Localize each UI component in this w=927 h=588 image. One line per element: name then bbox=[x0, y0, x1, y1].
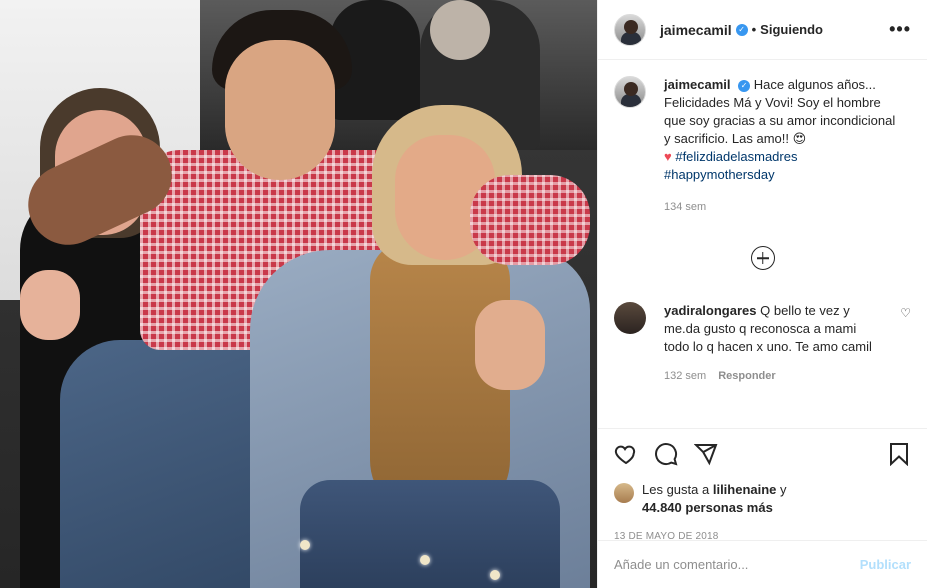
comment-meta: 132 sem Responder bbox=[664, 370, 911, 382]
bookmark-icon[interactable] bbox=[887, 442, 911, 466]
share-icon[interactable] bbox=[694, 442, 718, 466]
author-avatar[interactable] bbox=[614, 13, 646, 46]
add-comment-bar: Publicar bbox=[598, 540, 927, 588]
author-username[interactable]: jaimecamil bbox=[660, 22, 732, 38]
woman-jeans bbox=[300, 480, 560, 588]
man-face bbox=[225, 40, 335, 180]
background-person-head bbox=[430, 0, 490, 60]
hashtag-link[interactable]: #felizdiadelasmadres bbox=[675, 149, 797, 164]
man-arm-right bbox=[470, 175, 590, 265]
woman-hand bbox=[475, 300, 545, 390]
heart-icon[interactable] bbox=[614, 442, 638, 466]
more-icon[interactable]: ••• bbox=[889, 19, 911, 40]
publish-button[interactable]: Publicar bbox=[860, 557, 911, 572]
post-header: jaimecamil ✓ • Siguiendo ••• bbox=[598, 0, 927, 60]
caption-avatar[interactable] bbox=[614, 76, 646, 108]
comments-section: jaimecamil ✓ Hace algunos años... Felici… bbox=[598, 60, 927, 428]
hashtag-link[interactable]: #happymothersday bbox=[664, 167, 775, 182]
reply-button[interactable]: Responder bbox=[718, 370, 775, 382]
older-woman-hand bbox=[20, 270, 80, 340]
post-sidebar: jaimecamil ✓ • Siguiendo ••• jaimecamil … bbox=[597, 0, 927, 588]
liker-avatar[interactable] bbox=[614, 483, 634, 503]
caption-username[interactable]: jaimecamil bbox=[664, 77, 731, 92]
action-bar: Les gusta a lilihenaine y 44.840 persona… bbox=[598, 428, 927, 542]
instagram-post: jaimecamil ✓ • Siguiendo ••• jaimecamil … bbox=[0, 0, 927, 588]
commenter-avatar[interactable] bbox=[614, 302, 646, 334]
comment-like-icon[interactable]: ♡ bbox=[900, 306, 911, 356]
comment-text-block: yadiralongares Q bello te vez y me.da gu… bbox=[664, 302, 879, 356]
jeans-embellishment bbox=[490, 570, 500, 580]
following-button[interactable]: Siguiendo bbox=[760, 22, 823, 37]
caption-age: 134 sem bbox=[664, 201, 707, 213]
jeans-embellishment bbox=[420, 555, 430, 565]
caption-text-block: jaimecamil ✓ Hace algunos años... Felici… bbox=[664, 76, 899, 216]
separator-dot: • bbox=[751, 22, 757, 37]
comment-item: yadiralongares Q bello te vez y me.da gu… bbox=[614, 302, 911, 356]
red-heart-icon: ♥ bbox=[664, 149, 672, 164]
comment-icon[interactable] bbox=[654, 442, 678, 466]
add-icon[interactable] bbox=[750, 246, 775, 270]
likes-count[interactable]: 44.840 personas más bbox=[642, 500, 773, 515]
likes-connector: y bbox=[780, 482, 787, 497]
verified-icon: ✓ bbox=[738, 80, 751, 92]
jeans-embellishment bbox=[300, 540, 310, 550]
action-icons bbox=[614, 439, 911, 469]
comment-username[interactable]: yadiralongares bbox=[664, 303, 757, 318]
post-photo[interactable] bbox=[0, 0, 597, 588]
comment-input[interactable] bbox=[614, 557, 860, 572]
comment-age: 132 sem bbox=[664, 370, 707, 382]
liker-username[interactable]: lilihenaine bbox=[713, 482, 777, 497]
likes-text: Les gusta a lilihenaine y 44.840 persona… bbox=[642, 481, 787, 517]
verified-icon: ✓ bbox=[735, 23, 748, 36]
likes-prefix: Les gusta a bbox=[642, 482, 710, 497]
caption: jaimecamil ✓ Hace algunos años... Felici… bbox=[614, 76, 911, 216]
likes-row: Les gusta a lilihenaine y 44.840 persona… bbox=[614, 481, 911, 517]
